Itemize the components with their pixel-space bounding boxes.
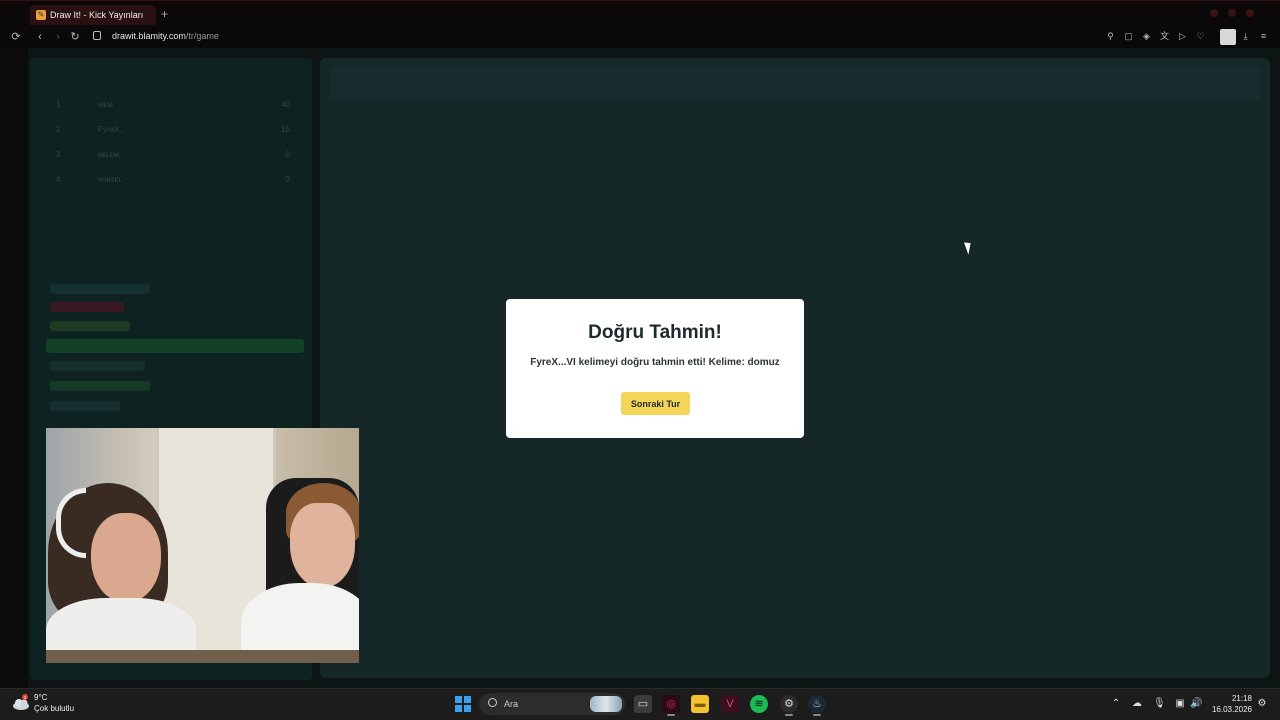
search-placeholder: Ara: [504, 699, 519, 709]
leaderboard-row: 4 ʏᴜᴋsᴇʟ 0: [50, 173, 300, 187]
network-icon[interactable]: ▣: [1174, 698, 1186, 710]
chat-message: [50, 284, 150, 294]
chat-message-highlight: [46, 339, 304, 353]
active-app-indicator: [813, 714, 821, 716]
heart-icon[interactable]: ♡: [1195, 31, 1206, 42]
chat-message: [50, 401, 120, 411]
refresh-button[interactable]: ↻: [68, 30, 82, 44]
clock-time[interactable]: 21:18: [1222, 694, 1252, 703]
lock-icon[interactable]: [93, 31, 101, 40]
browser-side-panel: [0, 48, 28, 688]
video-editor-icon[interactable]: V: [721, 695, 739, 713]
url-path: /tr/game: [185, 31, 219, 41]
weather-description: Çok bulutlu: [34, 704, 75, 713]
chat-message: [50, 381, 150, 391]
microphone-icon[interactable]: 🎙: [1153, 698, 1166, 710]
weather-temperature: 9°C: [34, 693, 48, 702]
leaderboard-score: 15: [281, 125, 290, 134]
window-close-button[interactable]: [1246, 9, 1254, 17]
screenshot-icon[interactable]: ▢: [1123, 31, 1134, 42]
spotify-icon[interactable]: ≋: [750, 695, 768, 713]
webcam-person-left-face: [91, 513, 161, 603]
modal-title: Doğru Tahmin!: [588, 322, 722, 343]
play-icon[interactable]: ▷: [1177, 31, 1188, 42]
webcam-table: [46, 650, 359, 663]
search-icon: [488, 698, 497, 707]
leaderboard-score: 40: [281, 100, 290, 109]
window-maximize-button[interactable]: [1228, 9, 1236, 17]
search-highlight-image: [590, 696, 622, 712]
tab-favicon-icon: ✎: [36, 10, 46, 20]
leaderboard-row: 3 ʙᴇʟᴇᴍ 0: [50, 148, 300, 162]
leaderboard-name: ᴍᴇᴍ: [98, 100, 113, 109]
reload-sidebar-icon[interactable]: ⟳: [9, 30, 23, 44]
next-round-button[interactable]: Sonraki Tur: [621, 392, 690, 415]
leaderboard-rank: 4: [56, 175, 61, 184]
steam-icon[interactable]: ♨: [808, 695, 826, 713]
window-minimize-button[interactable]: [1210, 9, 1218, 17]
shield-icon[interactable]: ◈: [1141, 31, 1152, 42]
chat-message: [50, 321, 130, 331]
download-icon[interactable]: ⤓: [1240, 31, 1251, 42]
windows-start-icon[interactable]: [455, 696, 471, 712]
leaderboard-score: 0: [285, 175, 290, 184]
url-domain: drawit.blamity.com: [112, 31, 186, 41]
menu-icon[interactable]: ≡: [1258, 31, 1269, 42]
webcam-overlay: [46, 428, 359, 663]
translate-icon[interactable]: 文: [1159, 31, 1170, 42]
profile-avatar[interactable]: [1220, 29, 1236, 45]
leaderboard-row: 2 FyreX... 15: [50, 123, 300, 137]
clock-date[interactable]: 16.03.2026: [1208, 705, 1252, 714]
active-app-indicator: [667, 714, 675, 716]
leaderboard-name: ʙᴇʟᴇᴍ: [98, 150, 119, 159]
notification-bell-icon[interactable]: ⚙: [1256, 698, 1268, 710]
webcam-person-right-face: [290, 503, 355, 588]
task-view-icon[interactable]: ▭: [634, 695, 652, 713]
active-app-indicator: [785, 714, 793, 716]
canvas-toolbar: [330, 66, 1260, 100]
chevron-up-icon[interactable]: ⌃: [1110, 698, 1122, 710]
opera-gx-icon[interactable]: ◎: [662, 695, 680, 713]
chat-message: [50, 361, 145, 371]
leaderboard-name: ʏᴜᴋsᴇʟ: [98, 175, 122, 184]
cloud-offline-icon[interactable]: ☁: [1131, 698, 1143, 710]
forward-button[interactable]: ›: [51, 30, 65, 44]
modal-message: FyreX...VI kelimeyi doğru tahmin etti! K…: [530, 357, 780, 368]
settings-gear-icon[interactable]: ⚙: [780, 695, 798, 713]
correct-guess-modal: Doğru Tahmin! FyreX...VI kelimeyi doğru …: [506, 299, 804, 438]
leaderboard-row: 1 ᴍᴇᴍ 40: [50, 98, 300, 112]
leaderboard-rank: 2: [56, 125, 61, 134]
chat-message: [50, 302, 124, 312]
url-field[interactable]: drawit.blamity.com/tr/game: [112, 31, 219, 41]
leaderboard-name: FyreX...: [98, 125, 127, 134]
leaderboard-rank: 3: [56, 150, 61, 159]
cloud-weather-icon[interactable]: 1: [12, 694, 30, 712]
volume-icon[interactable]: 🔊: [1190, 698, 1202, 710]
file-explorer-icon[interactable]: ▬: [691, 695, 709, 713]
new-tab-button[interactable]: +: [161, 7, 168, 21]
browser-tab-drawit[interactable]: ✎ Draw It! - Kick Yayınları: [30, 5, 156, 25]
browser-tab-bar: [0, 0, 1280, 28]
back-button[interactable]: ‹: [33, 30, 47, 44]
tab-title: Draw It! - Kick Yayınları: [50, 10, 144, 20]
leaderboard-rank: 1: [56, 100, 61, 109]
leaderboard-score: 0: [285, 150, 290, 159]
pin-icon[interactable]: ⚲: [1105, 31, 1116, 42]
